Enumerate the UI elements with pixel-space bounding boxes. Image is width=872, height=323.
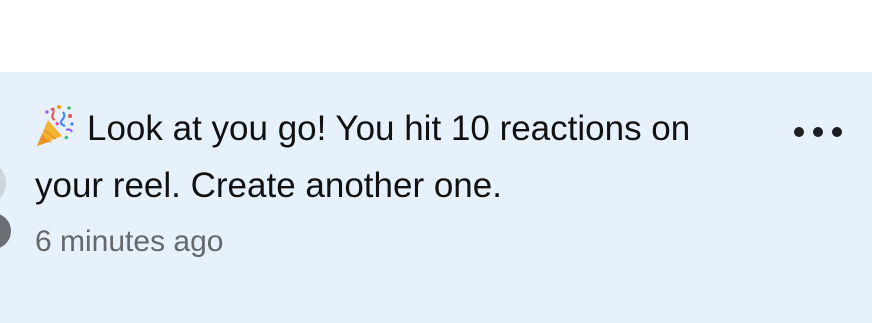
more-dot bbox=[813, 127, 823, 137]
more-horizontal-icon bbox=[794, 127, 804, 137]
notification-item[interactable]: Look at you go! You hit 10 reactions on … bbox=[0, 72, 872, 323]
notification-content: Look at you go! You hit 10 reactions on … bbox=[35, 100, 755, 262]
notification-message-row: Look at you go! You hit 10 reactions on … bbox=[35, 100, 755, 214]
avatar-badge bbox=[0, 210, 14, 252]
notification-timestamp: 6 minutes ago bbox=[35, 225, 224, 258]
more-dot bbox=[832, 127, 842, 137]
avatar[interactable] bbox=[0, 160, 6, 206]
more-options-button[interactable] bbox=[794, 120, 842, 144]
notifications-screen: Look at you go! You hit 10 reactions on … bbox=[0, 0, 872, 323]
party-popper-icon bbox=[35, 104, 75, 148]
notification-message: Look at you go! You hit 10 reactions on … bbox=[35, 109, 691, 205]
top-area bbox=[0, 0, 872, 72]
